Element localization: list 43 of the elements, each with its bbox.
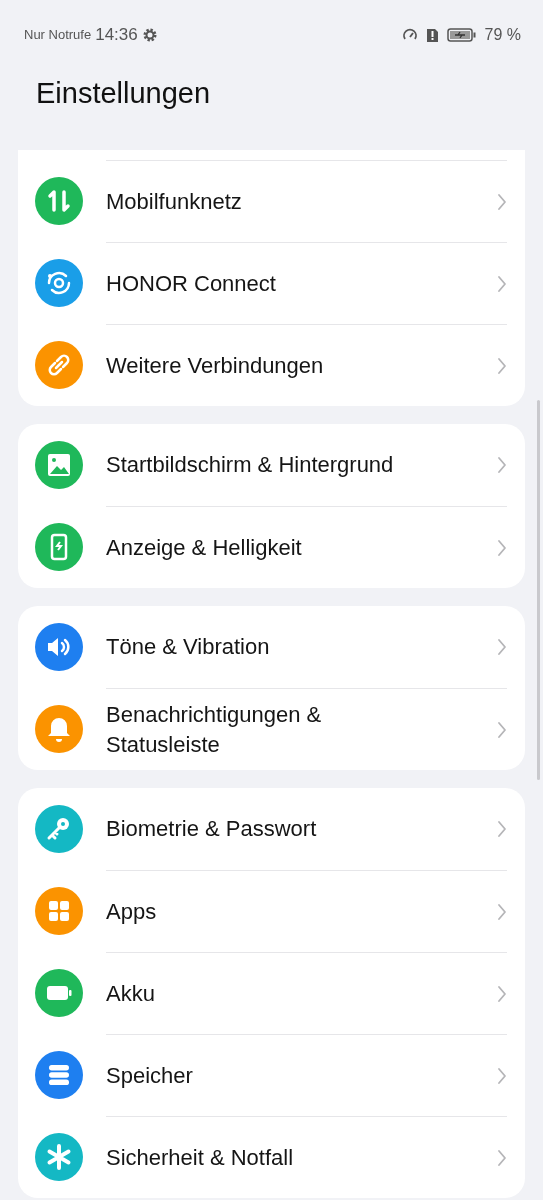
chevron-icon bbox=[497, 356, 507, 375]
sim-alert-icon bbox=[425, 27, 439, 43]
item-label: Töne & Vibration bbox=[106, 633, 271, 661]
chevron-icon bbox=[497, 820, 507, 838]
item-label: Benachrichtigungen & Statusleiste bbox=[106, 700, 323, 759]
item-label: Apps bbox=[106, 897, 158, 926]
settings-icon bbox=[141, 27, 158, 43]
carrier-text: Nur Notrufe bbox=[24, 26, 92, 45]
chevron-icon bbox=[497, 456, 507, 474]
clock-time: 14:36 bbox=[95, 24, 138, 47]
item-label: Startbildschirm & Hintergrund bbox=[106, 451, 395, 479]
item-label: Akku bbox=[106, 979, 156, 1008]
settings-item[interactable]: Weitere Verbindungen bbox=[18, 324, 525, 406]
item-label: Biometrie & Passwort bbox=[106, 815, 318, 843]
item-label: Mobilfunknetz bbox=[106, 187, 243, 216]
chevron-icon bbox=[497, 1066, 507, 1085]
settings-item[interactable]: Anzeige & Helligkeit bbox=[18, 506, 525, 588]
settings-item[interactable]: HONOR Connect bbox=[18, 242, 525, 324]
page-title: Einstellungen bbox=[35, 76, 212, 111]
battery-percent: 79 % bbox=[484, 25, 521, 45]
chevron-icon bbox=[497, 720, 507, 739]
settings-item[interactable]: Sicherheit & Notfall bbox=[18, 1116, 525, 1198]
chevron-icon bbox=[497, 274, 507, 293]
item-label: Sicherheit & Notfall bbox=[106, 1143, 295, 1172]
settings-item[interactable]: Startbildschirm & Hintergrund bbox=[18, 424, 525, 506]
item-label: HONOR Connect bbox=[106, 269, 277, 298]
settings-item[interactable]: Apps bbox=[18, 870, 525, 952]
settings-item[interactable]: Benachrichtigungen & Statusleiste bbox=[18, 688, 525, 770]
settings-item[interactable]: Biometrie & Passwort bbox=[18, 788, 525, 870]
item-label: Speicher bbox=[106, 1061, 194, 1090]
chevron-icon bbox=[497, 984, 507, 1003]
settings-item[interactable]: Speicher bbox=[18, 1034, 525, 1116]
chevron-icon bbox=[497, 638, 507, 656]
settings-item[interactable]: Töne & Vibration bbox=[18, 606, 525, 688]
chevron-icon bbox=[497, 1148, 507, 1167]
chevron-icon bbox=[497, 902, 507, 921]
settings-item[interactable]: Akku bbox=[18, 952, 525, 1034]
item-label: Anzeige & Helligkeit bbox=[106, 533, 303, 562]
settings-item[interactable]: Mobilfunknetz bbox=[18, 160, 525, 242]
battery-icon bbox=[446, 27, 477, 43]
item-label: Weitere Verbindungen bbox=[106, 351, 325, 380]
chevron-icon bbox=[497, 538, 507, 557]
chevron-icon bbox=[497, 192, 507, 211]
